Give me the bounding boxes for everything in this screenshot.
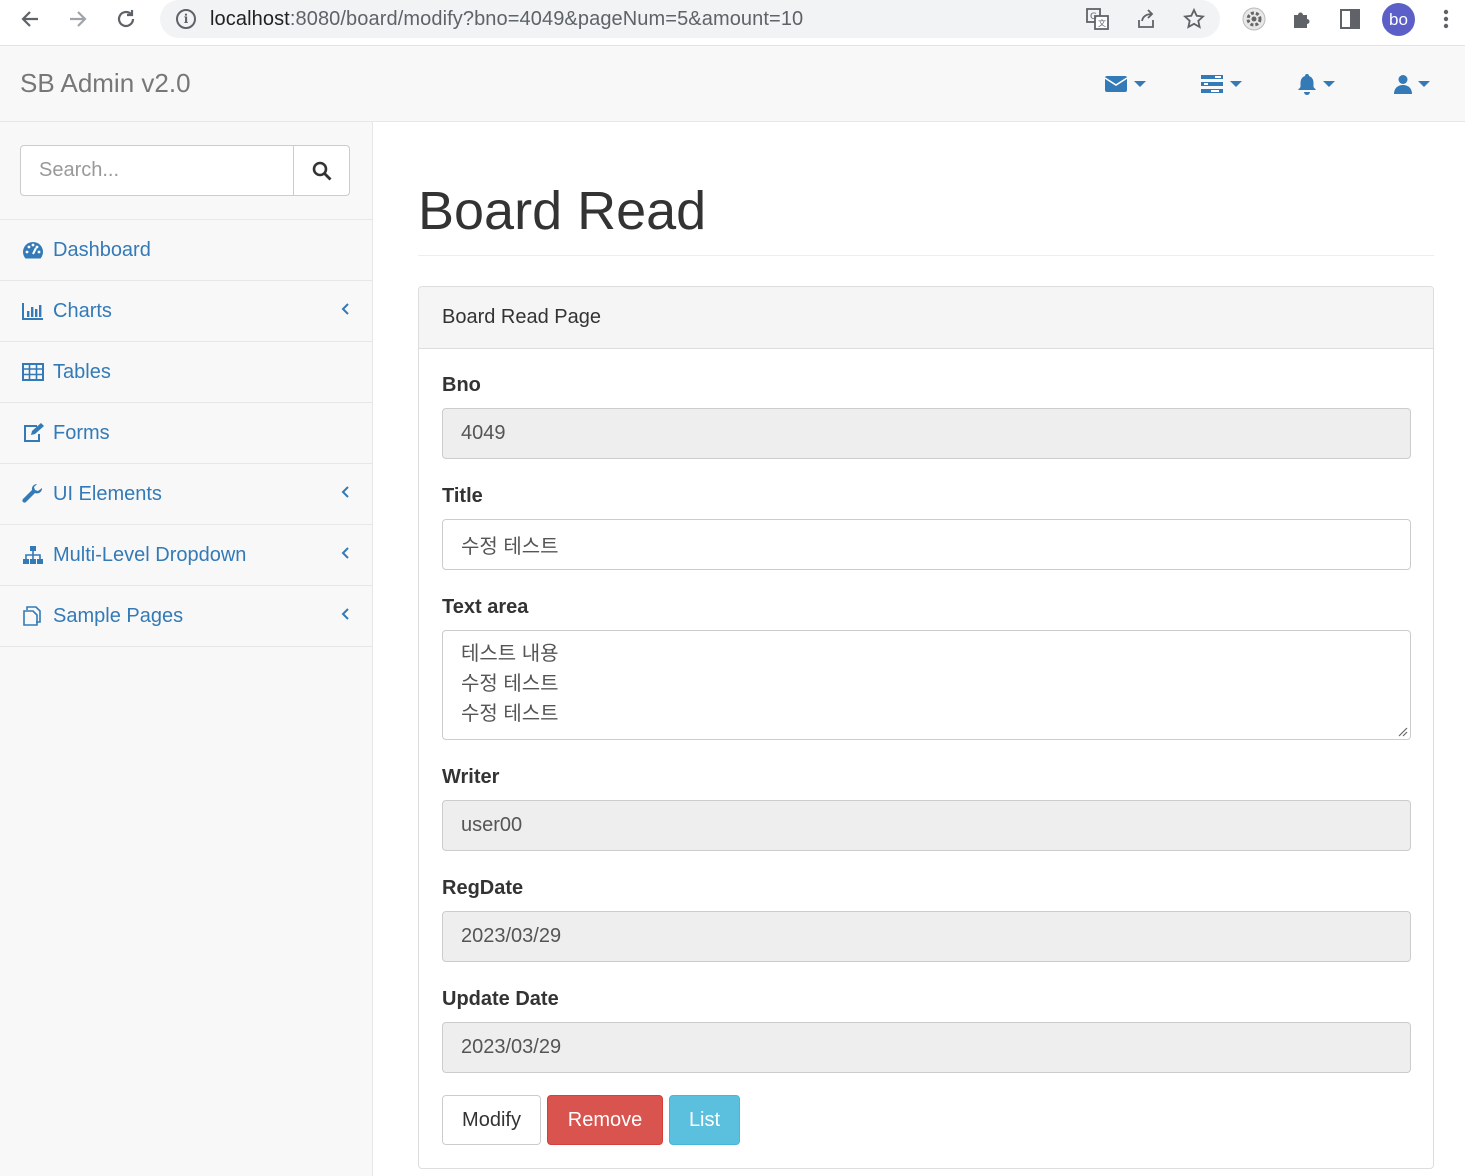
sidebar-item-label: Dashboard: [53, 238, 151, 261]
bno-label: Bno: [442, 374, 481, 396]
side-menu: Dashboard Charts Tables Forms UI Element…: [0, 219, 372, 647]
puzzle-icon[interactable]: [1286, 3, 1318, 35]
content-text: 테스트 내용 수정 테스트 수정 테스트: [461, 643, 559, 725]
chevron-left-icon: [340, 482, 350, 505]
board-read-panel: Board Read Page Bno 4049 Title 수정 테스트 Te…: [418, 286, 1434, 1169]
search-button[interactable]: [293, 146, 350, 195]
title-label: Title: [442, 485, 483, 507]
top-navbar: SB Admin v2.0: [0, 46, 1465, 122]
forward-icon[interactable]: [60, 4, 96, 34]
user-dropdown[interactable]: [1394, 74, 1430, 94]
sidebar-item-label: UI Elements: [53, 482, 162, 505]
chevron-left-icon: [340, 543, 350, 566]
caret-down-icon: [1230, 81, 1242, 87]
sidebar-item-sample-pages[interactable]: Sample Pages: [0, 586, 372, 647]
star-icon[interactable]: [1180, 6, 1208, 32]
page-title: Board Read: [418, 181, 707, 241]
sidebar-item-dashboard[interactable]: Dashboard: [0, 220, 372, 281]
edit-icon: [22, 422, 44, 444]
alerts-dropdown[interactable]: [1297, 74, 1335, 95]
sidebar-item-label: Tables: [53, 360, 111, 383]
messages-dropdown[interactable]: [1104, 74, 1146, 94]
caret-down-icon: [1418, 81, 1430, 87]
sidebar-item-label: Forms: [53, 421, 110, 444]
content-textarea[interactable]: 테스트 내용 수정 테스트 수정 테스트: [442, 630, 1411, 740]
dashboard-icon: [22, 239, 44, 261]
files-icon: [22, 605, 44, 627]
browser-toolbar: i localhost:8080/board/modify?bno=4049&p…: [0, 0, 1465, 46]
more-icon[interactable]: [1430, 3, 1462, 35]
content-label: Text area: [442, 596, 529, 618]
regdate-label: RegDate: [442, 877, 524, 899]
sidebar-item-forms[interactable]: Forms: [0, 403, 372, 464]
sidebar-item-charts[interactable]: Charts: [0, 281, 372, 342]
regdate-field[interactable]: 2023/03/29: [442, 911, 1411, 962]
brand-title[interactable]: SB Admin v2.0: [20, 68, 191, 99]
sidebar-search: [20, 145, 350, 196]
title-field[interactable]: 수정 테스트: [442, 519, 1411, 570]
reload-icon[interactable]: [108, 4, 144, 34]
writer-field[interactable]: user00: [442, 800, 1411, 851]
sidebar-item-tables[interactable]: Tables: [0, 342, 372, 403]
wrench-icon: [22, 483, 44, 505]
extension-settings-icon[interactable]: [1238, 3, 1270, 35]
caret-down-icon: [1134, 81, 1146, 87]
bell-icon: [1298, 74, 1316, 95]
resize-handle-icon[interactable]: [1396, 725, 1408, 737]
svg-text:文: 文: [1098, 18, 1106, 28]
sidebar-item-multi-level-dropdown[interactable]: Multi-Level Dropdown: [0, 525, 372, 586]
remove-button[interactable]: Remove: [547, 1095, 663, 1145]
chevron-left-icon: [340, 604, 350, 627]
translate-icon[interactable]: G文: [1084, 6, 1112, 32]
tasks-dropdown[interactable]: [1200, 74, 1242, 94]
sidebar: Dashboard Charts Tables Forms UI Element…: [0, 122, 373, 1176]
sidebar-item-label: Sample Pages: [53, 604, 184, 627]
user-icon: [1394, 75, 1412, 94]
writer-label: Writer: [442, 766, 500, 788]
address-bar[interactable]: i localhost:8080/board/modify?bno=4049&p…: [160, 0, 1220, 38]
search-icon: [312, 161, 332, 180]
table-icon: [22, 361, 44, 383]
tasks-icon: [1201, 75, 1223, 93]
panel-heading: Board Read Page: [419, 287, 1433, 349]
bar-chart-icon: [22, 300, 44, 322]
info-icon[interactable]: i: [176, 9, 196, 29]
envelope-icon: [1104, 76, 1128, 92]
sitemap-icon: [22, 544, 44, 566]
profile-avatar[interactable]: bo: [1382, 3, 1415, 36]
sidebar-item-label: Charts: [53, 299, 112, 322]
back-icon[interactable]: [12, 4, 48, 34]
sidebar-item-ui-elements[interactable]: UI Elements: [0, 464, 372, 525]
chevron-left-icon: [340, 299, 350, 322]
modify-button[interactable]: Modify: [442, 1095, 541, 1145]
svg-text:G: G: [1090, 12, 1097, 22]
sidebar-item-label: Multi-Level Dropdown: [53, 543, 247, 566]
updatedate-field[interactable]: 2023/03/29: [442, 1022, 1411, 1073]
bno-field[interactable]: 4049: [442, 408, 1411, 459]
updatedate-label: Update Date: [442, 988, 559, 1010]
url-text[interactable]: localhost:8080/board/modify?bno=4049&pag…: [210, 8, 803, 31]
search-input[interactable]: [21, 146, 293, 195]
list-button[interactable]: List: [669, 1095, 740, 1145]
share-icon[interactable]: [1132, 6, 1160, 32]
title-divider: [418, 255, 1434, 256]
caret-down-icon: [1323, 81, 1335, 87]
side-panel-icon[interactable]: [1334, 3, 1366, 35]
